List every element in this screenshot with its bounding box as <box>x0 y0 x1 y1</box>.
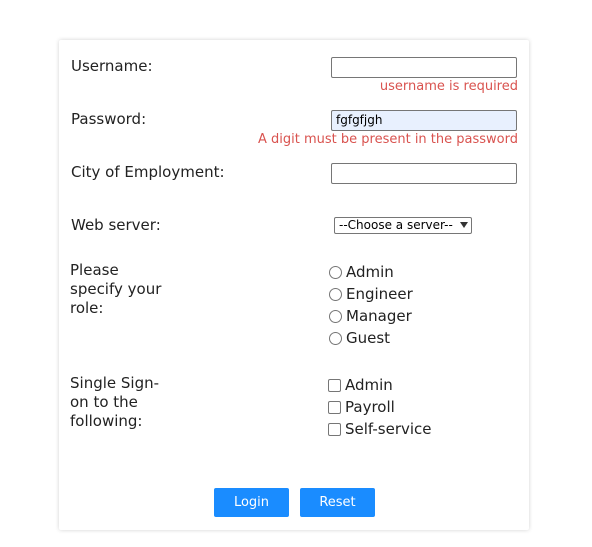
password-input[interactable]: fgfgfjgh <box>331 110 517 131</box>
login-button[interactable]: Login <box>214 488 289 517</box>
city-label: City of Employment: <box>71 163 225 181</box>
checkbox[interactable] <box>328 401 341 414</box>
role-label-line: role: <box>70 299 104 317</box>
radio-button[interactable] <box>329 310 342 323</box>
sso-option-label: Payroll <box>345 398 395 416</box>
sso-option-label: Self-service <box>345 420 432 438</box>
role-option-admin[interactable]: Admin <box>329 263 394 282</box>
radio-button[interactable] <box>329 288 342 301</box>
reset-button[interactable]: Reset <box>300 488 375 517</box>
city-input[interactable] <box>331 163 517 184</box>
role-label: Please specify your role: <box>70 261 161 318</box>
role-option-label: Guest <box>346 329 391 347</box>
sso-label-line: Single Sign- <box>70 374 160 392</box>
web-server-label: Web server: <box>71 216 161 234</box>
web-server-select[interactable]: --Choose a server-- <box>334 217 472 234</box>
web-server-selected: --Choose a server-- <box>339 218 453 232</box>
radio-button[interactable] <box>329 332 342 345</box>
role-option-guest[interactable]: Guest <box>329 329 390 348</box>
radio-button[interactable] <box>329 266 342 279</box>
sso-label-line: following: <box>70 412 143 430</box>
role-option-label: Manager <box>346 307 412 325</box>
sso-label: Single Sign- on to the following: <box>70 374 159 431</box>
login-form-card: Username: username is required Password:… <box>59 40 529 530</box>
role-option-engineer[interactable]: Engineer <box>329 285 413 304</box>
username-label: Username: <box>71 57 153 75</box>
sso-label-line: on to the <box>70 393 138 411</box>
checkbox[interactable] <box>328 379 341 392</box>
role-label-line: specify your <box>70 280 162 298</box>
password-label: Password: <box>71 110 147 128</box>
username-error: username is required <box>379 79 518 94</box>
role-option-manager[interactable]: Manager <box>329 307 412 326</box>
sso-option-self-service[interactable]: Self-service <box>328 420 432 439</box>
sso-option-admin[interactable]: Admin <box>328 376 393 395</box>
sso-option-payroll[interactable]: Payroll <box>328 398 395 417</box>
password-error: A digit must be present in the password <box>258 132 518 147</box>
chevron-down-icon <box>460 222 468 228</box>
username-input[interactable] <box>331 57 517 78</box>
sso-option-label: Admin <box>345 376 393 394</box>
role-option-label: Admin <box>346 263 394 281</box>
role-option-label: Engineer <box>346 285 413 303</box>
role-label-line: Please <box>70 261 119 279</box>
checkbox[interactable] <box>328 423 341 436</box>
